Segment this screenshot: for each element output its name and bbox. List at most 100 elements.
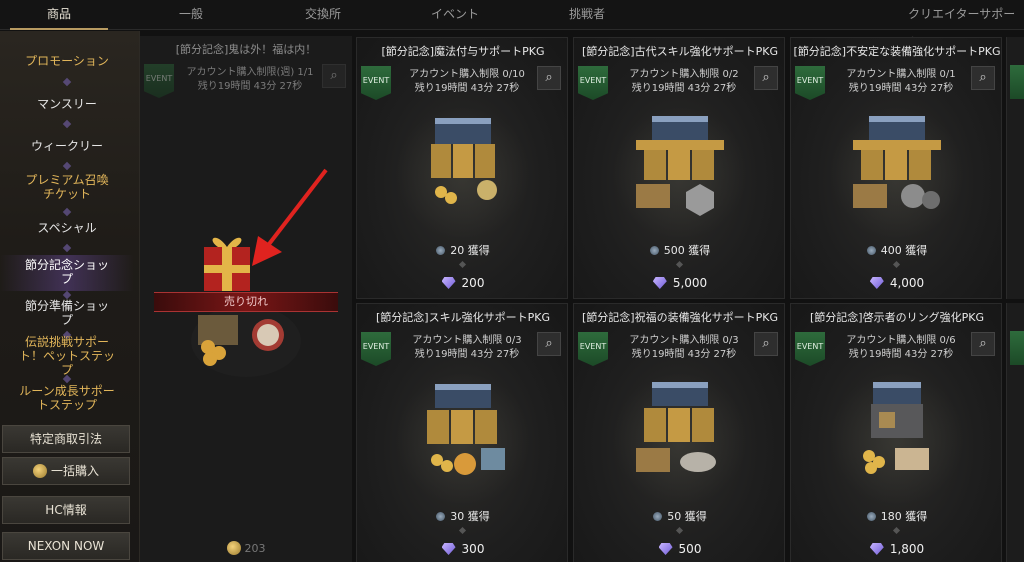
divider bbox=[458, 526, 467, 535]
tab-general[interactable]: 一般 bbox=[132, 0, 250, 30]
card-title: [節分記念]啓示者のリング強化PKG bbox=[810, 311, 984, 324]
event-badge: EVENT bbox=[578, 332, 608, 366]
bulk-purchase-button[interactable]: 一括購入 bbox=[2, 457, 130, 485]
package-art bbox=[636, 116, 724, 216]
obtain-amount: 20 獲得 bbox=[357, 242, 569, 258]
nexon-now-button[interactable]: NEXON NOW bbox=[2, 532, 130, 560]
crystal-icon bbox=[869, 543, 884, 555]
search-icon[interactable]: ⌕ bbox=[754, 66, 778, 90]
price-value: 200 bbox=[461, 276, 485, 290]
obtain-text: 30 獲得 bbox=[450, 510, 490, 523]
mileage-icon bbox=[649, 246, 659, 255]
mileage-icon bbox=[436, 246, 446, 255]
tab-exchange[interactable]: 交換所 bbox=[264, 0, 382, 30]
tab-challenger[interactable]: 挑戦者 bbox=[528, 0, 646, 30]
sidebar-item-setsubun-prep-shop[interactable]: 節分準備ショップ bbox=[20, 299, 114, 327]
sidebar-item-special[interactable]: スペシャル bbox=[0, 221, 134, 235]
mileage-icon bbox=[653, 512, 663, 521]
search-icon[interactable]: ⌕ bbox=[754, 332, 778, 356]
limit-text: アカウント購入制限 0/3 bbox=[412, 335, 522, 346]
divider bbox=[892, 260, 901, 269]
mileage-icon bbox=[866, 512, 876, 521]
divider bbox=[675, 260, 684, 269]
crystal-icon bbox=[652, 277, 667, 289]
event-badge: EVENT bbox=[361, 66, 391, 100]
purchase-limit: アカウント購入制限 0/2 残り19時間 43分 27秒 bbox=[614, 68, 754, 96]
obtain-text: 500 獲得 bbox=[663, 244, 711, 257]
card-price: 5,000 bbox=[574, 276, 786, 290]
card-title: [節分記念]祝福の装備強化サポートPKG bbox=[582, 311, 778, 324]
limit-text: アカウント購入制限 0/6 bbox=[846, 335, 956, 346]
event-badge: EVENT bbox=[795, 66, 825, 100]
sidebar-item-premium-ticket[interactable]: プレミアム召喚チケット bbox=[20, 173, 114, 201]
search-icon[interactable]: ⌕ bbox=[971, 66, 995, 90]
package-art bbox=[431, 118, 497, 204]
card-price: 203 bbox=[140, 541, 352, 555]
obtain-text: 400 獲得 bbox=[880, 244, 928, 257]
search-icon[interactable]: ⌕ bbox=[971, 332, 995, 356]
remaining-time: 残り19時間 43分 27秒 bbox=[848, 83, 954, 94]
obtain-amount: 30 獲得 bbox=[357, 508, 569, 524]
purchase-limit: アカウント購入制限(週) 1/1 残り19時間 43分 27秒 bbox=[180, 66, 320, 94]
limit-text: アカウント購入制限(週) 1/1 bbox=[186, 67, 314, 78]
remaining-time: 残り19時間 43分 27秒 bbox=[414, 349, 520, 360]
card-price: 500 bbox=[574, 542, 786, 556]
obtain-amount: 50 獲得 bbox=[574, 508, 786, 524]
sidebar-item-setsubun-shop[interactable]: 節分記念ショップ bbox=[20, 258, 114, 286]
sidebar-divider bbox=[62, 243, 72, 253]
price-value: 300 bbox=[461, 542, 485, 556]
sidebar-divider bbox=[62, 207, 72, 217]
hc-info-button[interactable]: HC情報 bbox=[2, 496, 130, 524]
sidebar-item-promotion[interactable]: プロモーション bbox=[0, 54, 134, 68]
product-card[interactable]: [節分記念]魔法付与サポートPKG EVENT アカウント購入制限 0/10 残り… bbox=[356, 37, 568, 299]
sidebar-item-weekly[interactable]: ウィークリー bbox=[0, 139, 134, 153]
limit-text: アカウント購入制限 0/2 bbox=[629, 69, 739, 80]
price-value: 4,000 bbox=[889, 276, 925, 290]
coin-icon bbox=[226, 541, 241, 555]
sidebar-divider bbox=[62, 161, 72, 171]
product-card[interactable]: [節分記念]不安定な装備強化サポートPKG EVENT アカウント購入制限 0/… bbox=[790, 37, 1002, 299]
search-icon[interactable]: ⌕ bbox=[322, 64, 346, 88]
sidebar-item-rune-growth[interactable]: ルーン成長サポートステップ bbox=[18, 384, 116, 412]
product-card[interactable]: [節分記念]古代スキル強化サポートPKG EVENT アカウント購入制限 0/2… bbox=[573, 37, 785, 299]
event-badge: EVENT bbox=[361, 332, 391, 366]
event-badge: EVENT bbox=[795, 332, 825, 366]
sidebar-item-monthly[interactable]: マンスリー bbox=[0, 97, 134, 111]
event-badge bbox=[1010, 65, 1024, 99]
package-art bbox=[863, 382, 929, 474]
product-card[interactable]: [節分記念]啓示者のリング強化PKG EVENT アカウント購入制限 0/6 残り… bbox=[790, 303, 1002, 562]
top-nav: 商品 一般 交換所 イベント 挑戦者 クリエイターサポート bbox=[0, 0, 1024, 49]
price-value: 500 bbox=[678, 542, 702, 556]
crystal-icon bbox=[441, 543, 456, 555]
sidebar-divider bbox=[62, 119, 72, 129]
product-card[interactable]: [節分記念]祝福の装備強化サポートPKG EVENT アカウント購入制限 0/3… bbox=[573, 303, 785, 562]
promo-card[interactable]: [節分記念]鬼は外！福は内！ EVENT アカウント購入制限(週) 1/1 残り… bbox=[140, 36, 352, 562]
tab-products[interactable]: 商品 bbox=[0, 0, 118, 30]
crystal-icon bbox=[658, 543, 673, 555]
product-card-partial[interactable] bbox=[1006, 303, 1024, 562]
package-art bbox=[853, 116, 941, 209]
mileage-icon bbox=[436, 512, 446, 521]
price-value: 203 bbox=[244, 542, 266, 555]
tab-event[interactable]: イベント bbox=[396, 0, 514, 30]
card-title: [節分記念]不安定な装備強化サポートPKG bbox=[793, 45, 1001, 58]
card-title: [節分記念]スキル強化サポートPKG bbox=[376, 311, 550, 324]
remaining-time: 残り19時間 43分 27秒 bbox=[848, 349, 954, 360]
coin-icon bbox=[32, 464, 47, 478]
crystal-icon bbox=[869, 277, 884, 289]
remaining-time: 残り19時間 43分 27秒 bbox=[414, 83, 520, 94]
limit-text: アカウント購入制限 0/1 bbox=[846, 69, 956, 80]
tab-creator-support[interactable]: クリエイターサポート bbox=[880, 0, 1024, 49]
product-card-partial[interactable] bbox=[1006, 37, 1024, 299]
limit-text: アカウント購入制限 0/10 bbox=[409, 69, 525, 80]
search-icon[interactable]: ⌕ bbox=[537, 332, 561, 356]
product-card[interactable]: [節分記念]スキル強化サポートPKG EVENT アカウント購入制限 0/3 残り… bbox=[356, 303, 568, 562]
mileage-icon bbox=[866, 246, 876, 255]
remaining-time: 残り19時間 43分 27秒 bbox=[197, 81, 303, 92]
card-price: 4,000 bbox=[791, 276, 1003, 290]
obtain-amount: 500 獲得 bbox=[574, 242, 786, 258]
search-icon[interactable]: ⌕ bbox=[537, 66, 561, 90]
sidebar-item-legend-challenge[interactable]: 伝説挑戦サポート！ペットステップ bbox=[18, 335, 116, 377]
event-badge bbox=[1010, 331, 1024, 365]
legal-button[interactable]: 特定商取引法 bbox=[2, 425, 130, 453]
